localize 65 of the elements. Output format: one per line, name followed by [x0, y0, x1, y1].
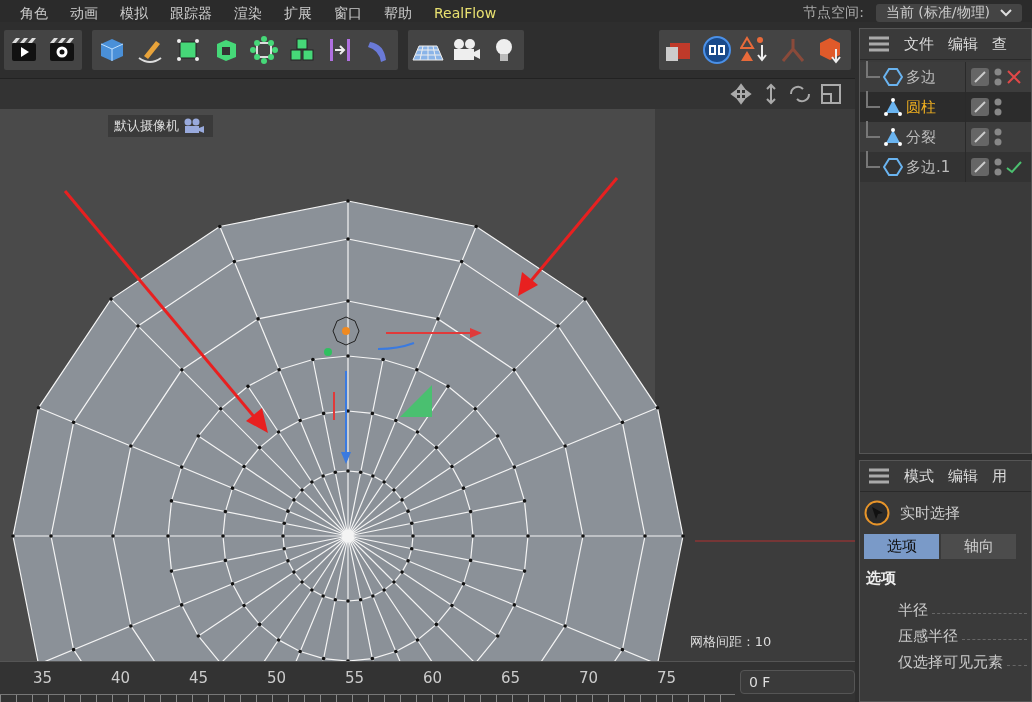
object-row[interactable]: 多边.1 — [860, 152, 1031, 182]
menu-item[interactable]: 文件 — [904, 34, 934, 54]
triangle-icon — [883, 97, 903, 117]
tab[interactable]: 轴向 — [941, 534, 1016, 559]
frame-number: 50 — [267, 669, 288, 687]
menu-item[interactable]: 跟踪器 — [170, 4, 212, 22]
object-name: 多边.1 — [906, 157, 952, 177]
caret-icon — [1000, 9, 1012, 17]
hexagon-icon — [883, 67, 903, 87]
visibility-dots-icon[interactable] — [993, 127, 1003, 147]
menu-item[interactable]: 模拟 — [120, 4, 148, 22]
edit-toggle-icon[interactable] — [970, 67, 990, 87]
edit-toggle-icon[interactable] — [970, 157, 990, 177]
arrow-icon — [63, 190, 268, 433]
node-space-label: 节点空间: — [803, 4, 864, 22]
object-name: 多边 — [906, 67, 937, 87]
visibility-dots-icon[interactable] — [993, 157, 1003, 177]
menu-item[interactable]: 窗口 — [334, 4, 362, 22]
node-space-dropdown[interactable]: 当前 (标准/物理) — [875, 4, 1022, 22]
field-label: 压感半径 — [898, 627, 958, 646]
triangle-icon — [883, 127, 903, 147]
frame-field[interactable]: 0 F — [740, 670, 855, 694]
arrow-icon — [518, 177, 619, 296]
camera-label[interactable]: 默认摄像机 — [108, 115, 213, 137]
menu-icon[interactable] — [868, 468, 890, 484]
object-name: 分裂 — [906, 127, 937, 147]
menu-item[interactable]: RealFlow — [434, 4, 497, 22]
menu-icon[interactable] — [868, 36, 890, 52]
frame-number: 75 — [657, 669, 678, 687]
3d-viewport[interactable]: 默认摄像机 网格间距 : 10 — [0, 109, 855, 661]
frame-number: 45 — [189, 669, 210, 687]
field-label: 仅选择可见元素 — [898, 653, 1003, 672]
frame-number: 55 — [345, 669, 366, 687]
menu-item[interactable]: 扩展 — [284, 4, 312, 22]
check-icon[interactable] — [1006, 159, 1022, 175]
field-label: 半径 — [898, 601, 928, 620]
cross-icon[interactable] — [1006, 69, 1022, 85]
menu-item[interactable]: 动画 — [70, 4, 98, 22]
edit-toggle-icon[interactable] — [970, 127, 990, 147]
frame-number: 70 — [579, 669, 600, 687]
menu-item[interactable]: 查 — [992, 34, 1007, 54]
object-row[interactable]: 圆柱 — [860, 92, 1031, 122]
axis-gizmo-icon — [324, 316, 482, 464]
menu-item[interactable]: 模式 — [904, 466, 934, 486]
hexagon-icon — [883, 157, 903, 177]
tab[interactable]: 选项 — [864, 534, 939, 559]
timeline-ruler[interactable]: 35 40 45 50 55 60 65 70 75 — [0, 662, 735, 702]
visibility-dots-icon[interactable] — [993, 67, 1003, 87]
frame-number: 60 — [423, 669, 444, 687]
frame-number: 65 — [501, 669, 522, 687]
menu-item[interactable]: 编辑 — [948, 466, 978, 486]
visibility-dots-icon[interactable] — [993, 97, 1003, 117]
object-name: 圆柱 — [906, 97, 937, 117]
menu-item[interactable]: 渲染 — [234, 4, 262, 22]
menu-item[interactable]: 用 — [992, 466, 1007, 486]
selection-cursor-icon — [864, 500, 890, 526]
edit-toggle-icon[interactable] — [970, 97, 990, 117]
frame-number: 35 — [33, 669, 54, 687]
tool-title: 实时选择 — [900, 503, 960, 523]
grid-spacing-label: 网格间距 : 10 — [690, 633, 772, 651]
menu-item[interactable]: 编辑 — [948, 34, 978, 54]
section-title: 选项 — [865, 568, 897, 589]
menu-item[interactable]: 帮助 — [384, 4, 412, 22]
frame-number: 40 — [111, 669, 132, 687]
menu-item[interactable]: 角色 — [20, 4, 48, 22]
